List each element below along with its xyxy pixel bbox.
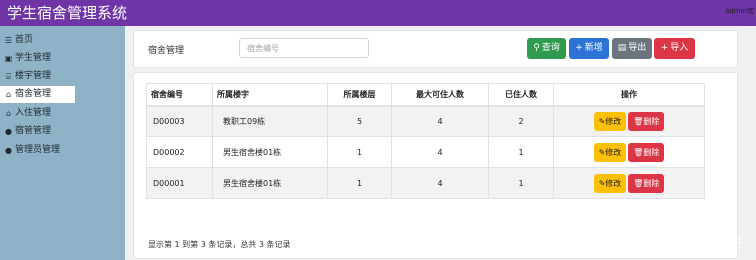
import-button[interactable]: + 导入	[654, 38, 695, 59]
table-row: D00003 教职工09栋 5 4 2 ✎修改 🗑删除	[146, 105, 705, 137]
add-button[interactable]: + 新增	[569, 38, 609, 59]
sidebar-item-students[interactable]: ▣ 学生管理	[0, 50, 75, 67]
add-button-label: 新增	[584, 43, 603, 53]
delete-button-label: 删除	[643, 147, 660, 157]
home-icon: ⌂	[5, 109, 12, 118]
trash-icon: 🗑	[633, 147, 644, 157]
edit-button[interactable]: ✎修改	[593, 173, 627, 193]
cell-floor: 1	[327, 167, 392, 199]
top-bar: 学生宿舍管理系统 admin欢	[0, 0, 756, 26]
sidebar-item-label: 学生管理	[15, 53, 52, 63]
filter-label: 宿舍管理	[148, 46, 185, 56]
cell-current-occupancy: 1	[488, 167, 554, 199]
sidebar-item-label: 管理员管理	[15, 145, 61, 155]
column-header[interactable]: 最大可住人数	[391, 83, 489, 107]
edit-button-label: 修改	[605, 116, 622, 126]
cell-current-occupancy: 1	[488, 136, 554, 168]
sidebar-item-wardens[interactable]: ● 宿管管理	[0, 123, 75, 140]
column-header[interactable]: 已住人数	[488, 83, 554, 107]
edit-button[interactable]: ✎修改	[593, 111, 627, 131]
cell-current-occupancy: 2	[488, 105, 554, 137]
user-name[interactable]: admin欢	[725, 6, 754, 16]
sidebar-item-label: 宿舍管理	[15, 89, 52, 99]
sidebar-item-buildings[interactable]: ⌸ 楼宇管理	[0, 68, 75, 85]
cell-actions: ✎修改 🗑删除	[553, 105, 705, 137]
search-button[interactable]: ⚲ 查询	[527, 38, 566, 59]
sidebar-item-label: 楼宇管理	[15, 71, 52, 81]
cell-building: 男生宿舍楼01栋	[212, 167, 328, 199]
cell-dorm-id: D00003	[146, 105, 213, 137]
home-icon: ⌂	[5, 90, 12, 99]
sidebar-item-label: 宿管管理	[15, 126, 52, 136]
list-icon: ☰	[4, 36, 13, 45]
user-plus-icon: +	[660, 43, 669, 53]
cell-building: 男生宿舍楼01栋	[212, 136, 328, 168]
table-card: 宿舍编号 所属楼宇 所属楼层 最大可住人数 已住人数 操作 D00003 教职工…	[133, 72, 738, 259]
edit-button-label: 修改	[605, 178, 622, 188]
cell-max-occupancy: 4	[391, 105, 489, 137]
user-plus-icon: +	[575, 43, 583, 53]
edit-button[interactable]: ✎修改	[593, 142, 627, 162]
delete-button[interactable]: 🗑删除	[628, 142, 665, 162]
sidebar-item-dorms[interactable]: ⌂ 宿舍管理	[0, 86, 75, 103]
dorm-id-search-input[interactable]	[239, 38, 369, 58]
cell-max-occupancy: 4	[391, 167, 489, 199]
sidebar-item-label: 首页	[15, 35, 34, 45]
sidebar-item-checkin[interactable]: ⌂ 入住管理	[0, 105, 75, 122]
column-header[interactable]: 所属楼宇	[212, 83, 328, 107]
cell-dorm-id: D00001	[146, 167, 213, 199]
user-icon: ●	[5, 146, 12, 155]
edit-button-label: 修改	[605, 147, 622, 157]
delete-button[interactable]: 🗑删除	[628, 111, 665, 131]
import-button-label: 导入	[670, 43, 689, 53]
trash-icon: 🗑	[633, 178, 644, 188]
cell-actions: ✎修改 🗑删除	[553, 136, 705, 168]
user-icon: ●	[5, 127, 12, 136]
watermark: CSDN @星川皆无恙	[622, 237, 742, 252]
sidebar-item-home[interactable]: ☰ 首页	[0, 32, 75, 49]
column-header[interactable]: 宿舍编号	[146, 83, 213, 107]
file-icon: ▤	[617, 43, 627, 53]
sidebar-item-label: 入住管理	[15, 108, 52, 118]
table-row: D00002 男生宿舍楼01栋 1 4 1 ✎修改 🗑删除	[146, 136, 705, 168]
trash-icon: 🗑	[633, 116, 644, 126]
cell-floor: 5	[327, 105, 392, 137]
column-header[interactable]: 所属楼层	[327, 83, 392, 107]
delete-button-label: 删除	[643, 116, 660, 126]
delete-button-label: 删除	[643, 178, 660, 188]
table-header-row: 宿舍编号 所属楼宇 所属楼层 最大可住人数 已住人数 操作	[146, 83, 705, 107]
sidebar-item-admins[interactable]: ● 管理员管理	[0, 142, 75, 159]
student-id-icon: ▣	[4, 54, 13, 63]
search-icon: ⚲	[533, 43, 540, 53]
building-icon: ⌸	[6, 72, 11, 81]
export-button-label: 导出	[628, 43, 647, 53]
dorm-table: 宿舍编号 所属楼宇 所属楼层 最大可住人数 已住人数 操作 D00003 教职工…	[146, 83, 705, 199]
cell-max-occupancy: 4	[391, 136, 489, 168]
main-content: 宿舍管理 ⚲查询 +新增 ▤导出 +导入 宿舍编号 所属楼宇 所属楼层 最大可住…	[125, 26, 756, 260]
cell-building: 教职工09栋	[212, 105, 328, 137]
column-header: 操作	[553, 83, 705, 107]
app-title: 学生宿舍管理系统	[7, 4, 128, 22]
pagination-info: 显示第 1 到第 3 条记录，总共 3 条记录	[148, 240, 291, 249]
table-row: D00001 男生宿舍楼01栋 1 4 1 ✎修改 🗑删除	[146, 167, 705, 199]
export-button[interactable]: ▤ 导出	[612, 38, 652, 59]
cell-actions: ✎修改 🗑删除	[553, 167, 705, 199]
search-button-label: 查询	[541, 43, 560, 53]
delete-button[interactable]: 🗑删除	[628, 173, 665, 193]
toolbar-card: 宿舍管理 ⚲查询 +新增 ▤导出 +导入	[133, 30, 738, 68]
cell-dorm-id: D00002	[146, 136, 213, 168]
sidebar: ☰ 首页 ▣ 学生管理 ⌸ 楼宇管理 ⌂ 宿舍管理 ⌂ 入住管理 ● 宿管管理 …	[0, 26, 125, 260]
cell-floor: 1	[327, 136, 392, 168]
